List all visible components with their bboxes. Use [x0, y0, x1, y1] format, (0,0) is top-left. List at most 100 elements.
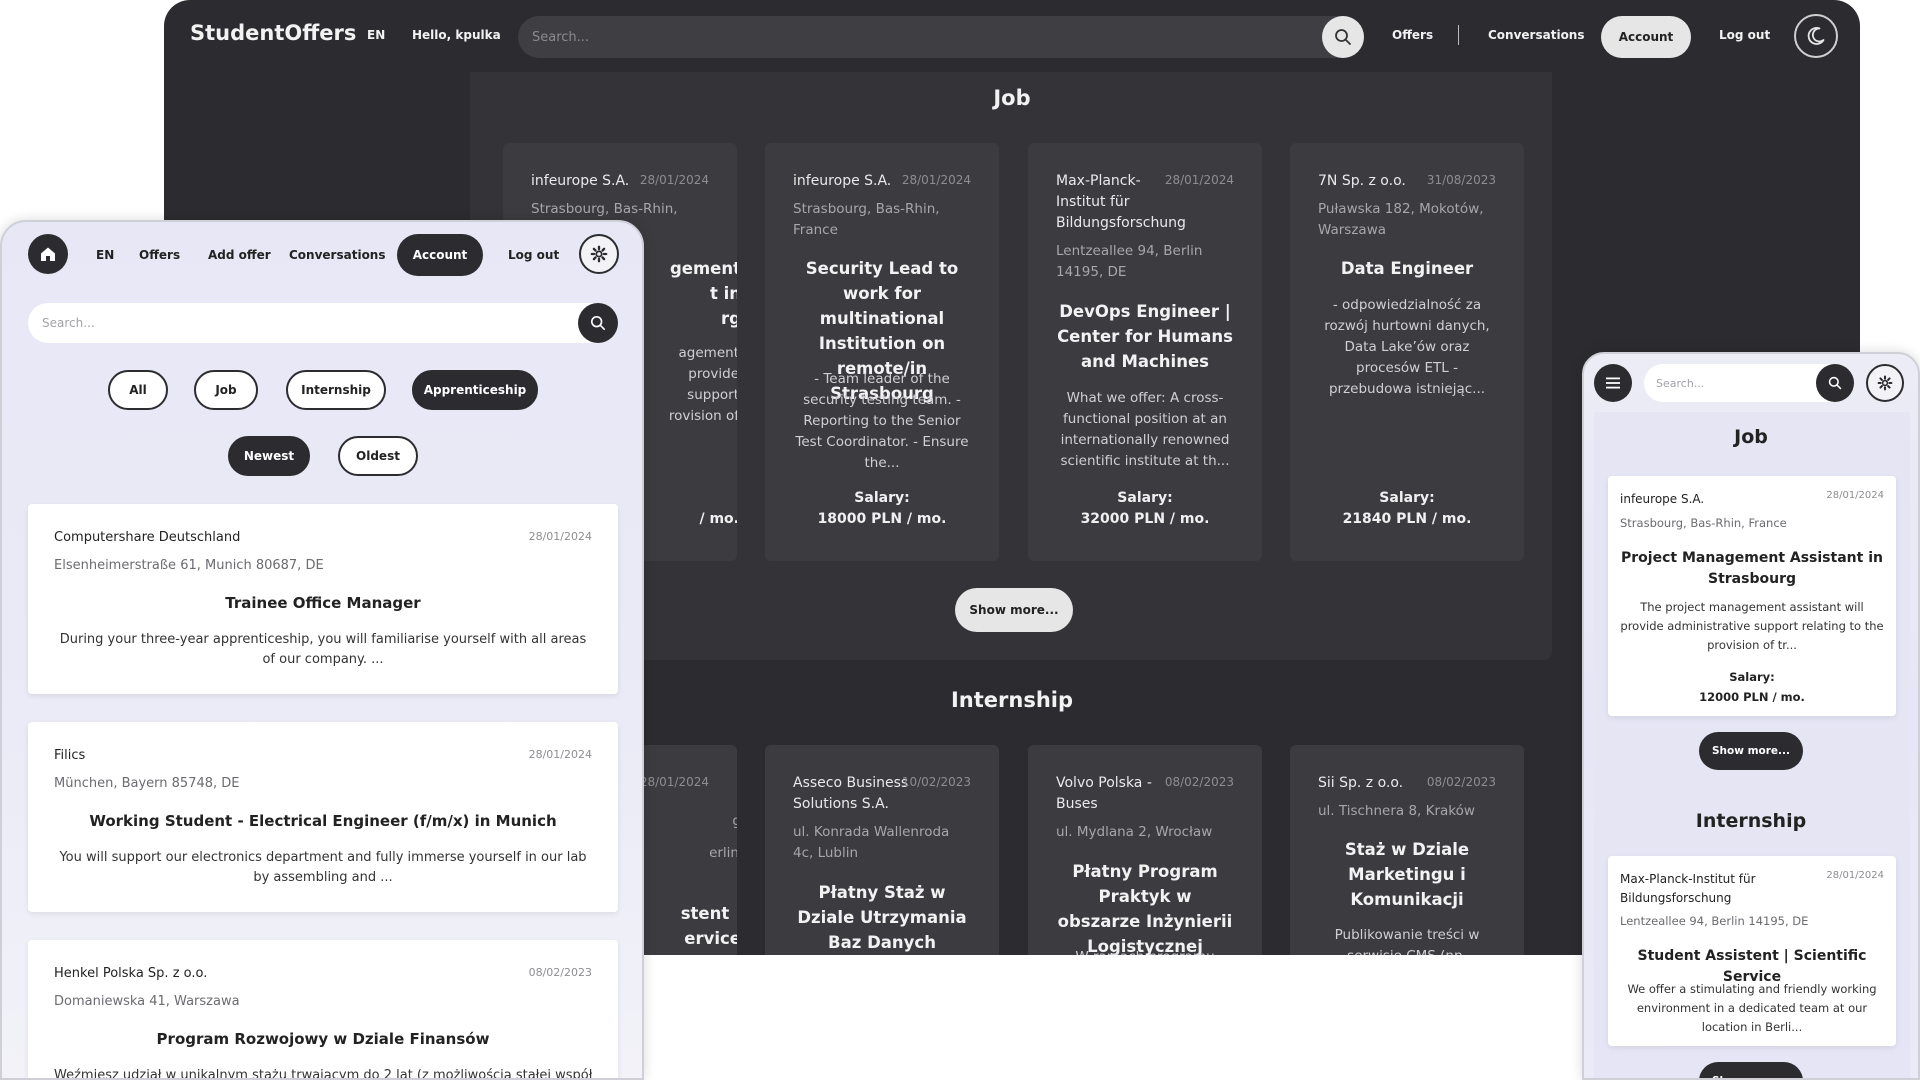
card-title: Program Rozwojowy w Dziale Finansów [156, 1030, 490, 1048]
job-card[interactable]: Max-Planck-Institut für Bildungsforschun… [1028, 143, 1262, 561]
offer-card[interactable]: Filics 28/01/2024 München, Bayern 85748,… [28, 722, 618, 912]
card-description: W ramach programu praktyk [1056, 947, 1234, 955]
nav-account-button[interactable]: Account [397, 234, 483, 276]
card-salary-label: Salary: [1117, 490, 1173, 506]
nav-logout-link[interactable]: Log out [1719, 28, 1770, 42]
show-more-job-button[interactable]: Show more... [955, 588, 1073, 632]
card-title: Płatny Staż w Dziale Utrzymania Baz Dany… [797, 883, 967, 952]
nav-offers-link[interactable]: Offers [139, 248, 180, 262]
settings-button[interactable] [1866, 364, 1904, 402]
card-description: During your three-year apprenticeship, y… [59, 632, 587, 667]
internship-section-title: Internship [950, 688, 1074, 712]
card-date: 10/02/2023 [901, 775, 971, 789]
card-description: You will support our electronics departm… [59, 850, 587, 885]
offer-card[interactable]: Henkel Polska Sp. z o.o. 08/02/2023 Doma… [28, 940, 618, 1080]
search-input[interactable] [42, 303, 562, 343]
search-bar [518, 16, 1364, 58]
card-description: We offer a stimulating and friendly work… [1627, 982, 1877, 1034]
search-button[interactable] [1322, 16, 1364, 58]
card-location: München, Bayern 85748, DE [54, 776, 240, 791]
top-navbar: StudentOffers EN Hello, kpulka Offers Co… [164, 0, 1860, 72]
search-icon [590, 315, 606, 331]
job-card[interactable]: infeurope S.A. 28/01/2024 Strasbourg, Ba… [1608, 476, 1896, 716]
show-more-job-button[interactable]: Show more... [1699, 732, 1803, 770]
card-location: Puławska 182, Mokotów, Warszawa [1318, 201, 1484, 238]
card-date: 08/02/2023 [1426, 775, 1496, 789]
filter-job[interactable]: Job [194, 370, 258, 410]
search-input[interactable] [532, 16, 1292, 58]
filter-apprenticeship[interactable]: Apprenticeship [412, 370, 538, 410]
card-title: Working Student - Electrical Engineer (f… [89, 812, 557, 830]
search-bar [28, 303, 618, 343]
card-date: 28/01/2024 [528, 748, 592, 761]
tablet-window: EN Offers Add offer Conversations Accoun… [0, 220, 644, 1080]
internship-card[interactable]: Volvo Polska - Buses 08/02/2023 ul. Mydl… [1028, 745, 1262, 955]
nav-add-offer-link[interactable]: Add offer [208, 248, 271, 262]
card-date: 08/02/2023 [1164, 775, 1234, 789]
card-date: 31/08/2023 [1426, 173, 1496, 187]
mobile-window: Job infeurope S.A. 28/01/2024 Strasbourg… [1582, 352, 1920, 1080]
search-icon [1335, 29, 1351, 45]
settings-button[interactable] [579, 234, 619, 274]
menu-button[interactable] [1594, 364, 1632, 402]
language-switch[interactable]: EN [96, 248, 114, 262]
search-button[interactable] [578, 303, 618, 343]
internship-card[interactable]: Max-Planck-Institut für Bildungsforschun… [1608, 856, 1896, 1046]
card-salary: 32000 PLN / mo. [1080, 511, 1210, 527]
job-card[interactable]: 7N Sp. z o.o. 31/08/2023 Puławska 182, M… [1290, 143, 1524, 561]
nav-account-button[interactable]: Account [1601, 16, 1691, 58]
search-bar [1644, 364, 1854, 402]
card-title: Data Engineer [1340, 259, 1474, 278]
card-location: Elsenheimerstraße 61, Munich 80687, DE [54, 558, 324, 573]
card-date: 28/01/2024 [901, 173, 971, 187]
user-greeting: Hello, kpulka [412, 28, 501, 42]
card-salary-label: Salary: [1729, 670, 1775, 684]
nav-offers-link[interactable]: Offers [1392, 28, 1433, 42]
home-button[interactable] [28, 234, 68, 274]
home-icon [41, 247, 55, 261]
card-date: 28/01/2024 [528, 530, 592, 543]
sort-oldest[interactable]: Oldest [338, 436, 418, 476]
card-salary: 21840 PLN / mo. [1342, 511, 1472, 527]
nav-conversations-link[interactable]: Conversations [289, 248, 386, 262]
card-company: Max-Planck-Institut für Bildungsforschun… [1620, 872, 1756, 905]
card-salary: 12000 PLN / mo. [1699, 690, 1805, 704]
card-location: Strasbourg, Bas-Rhin, [531, 201, 678, 217]
gear-icon [1877, 375, 1893, 391]
card-title: DevOps Engineer | Center for Humans and … [1057, 302, 1233, 371]
job-card[interactable]: infeurope S.A. 28/01/2024 Strasbourg, Ba… [765, 143, 999, 561]
card-date: 28/01/2024 [1164, 173, 1234, 187]
filter-all[interactable]: All [108, 370, 168, 410]
theme-toggle-button[interactable] [1794, 14, 1838, 58]
internship-card[interactable]: Sii Sp. z o.o. 08/02/2023 ul. Tischnera … [1290, 745, 1524, 955]
filter-internship[interactable]: Internship [286, 370, 386, 410]
internship-card[interactable]: Asseco Business Solutions S.A. 10/02/202… [765, 745, 999, 955]
card-location: Lentzeallee 94, Berlin 14195, DE [1620, 914, 1809, 928]
search-button[interactable] [1816, 364, 1854, 402]
card-location: Lentzeallee 94, Berlin 14195, DE [1056, 243, 1203, 280]
card-title: Płatny Program Praktyk w obszarze Inżyni… [1057, 862, 1233, 955]
card-description: Weźmiesz udział w unikalnym stażu trwają… [54, 1068, 592, 1080]
show-more-internship-button[interactable]: Show more... [1699, 1062, 1803, 1078]
language-switch[interactable]: EN [367, 28, 385, 42]
card-date: 28/01/2024 [1826, 870, 1884, 881]
offer-card[interactable]: Computershare Deutschland 28/01/2024 Els… [28, 504, 618, 694]
nav-logout-link[interactable]: Log out [508, 248, 559, 262]
search-icon [1828, 376, 1842, 390]
card-description: The project management assistant will pr… [1620, 600, 1884, 652]
card-date: 28/01/2024 [639, 775, 709, 789]
sort-newest[interactable]: Newest [228, 436, 310, 476]
search-input[interactable] [1656, 364, 1806, 402]
card-description: - odpowiedzialność za rozwój hurtowni da… [1324, 297, 1490, 397]
card-company: Computershare Deutschland [54, 530, 241, 545]
card-title: Trainee Office Manager [225, 594, 421, 612]
nav-conversations-link[interactable]: Conversations [1488, 28, 1585, 42]
brand-logo[interactable]: StudentOffers [190, 21, 356, 45]
card-date: 08/02/2023 [528, 966, 592, 979]
card-date: 28/01/2024 [1826, 490, 1884, 501]
card-location: ul. Mydlana 2, Wrocław [1056, 824, 1213, 840]
internship-section-title: Internship [1695, 810, 1807, 832]
card-company: infeurope S.A. [1620, 492, 1705, 506]
card-description: - Team leader of the security testing te… [795, 371, 969, 471]
card-salary: 18000 PLN / mo. [817, 511, 947, 527]
